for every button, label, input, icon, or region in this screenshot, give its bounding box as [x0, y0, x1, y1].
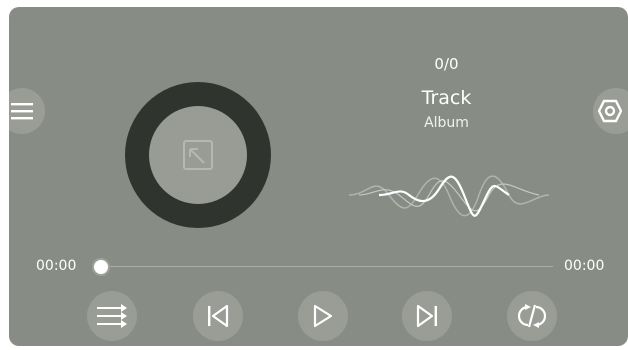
track-title: Track — [421, 87, 472, 109]
next-button[interactable] — [402, 291, 452, 341]
menu-icon — [11, 102, 33, 120]
settings-icon — [598, 99, 622, 123]
progress-bar[interactable] — [101, 266, 553, 267]
audio-waveform — [349, 165, 549, 235]
album-art — [149, 106, 247, 204]
current-time: 00:00 — [36, 258, 77, 274]
previous-button[interactable] — [193, 291, 243, 341]
track-counter: 0/0 — [434, 55, 459, 73]
player-screen: 0/0 Track Album 00:00 00:00 — [9, 7, 628, 346]
play-button[interactable] — [298, 291, 348, 341]
album-disc — [125, 82, 271, 228]
skip-next-icon — [415, 304, 439, 328]
playlist-icon — [97, 304, 127, 328]
menu-button[interactable] — [9, 88, 45, 134]
skip-previous-icon — [206, 304, 230, 328]
image-placeholder-icon — [180, 137, 216, 173]
progress-thumb[interactable] — [94, 260, 108, 274]
total-time: 00:00 — [564, 258, 605, 274]
album-title: Album — [424, 115, 469, 131]
settings-button[interactable] — [593, 88, 628, 134]
play-icon — [311, 304, 335, 328]
playlist-button[interactable] — [87, 291, 137, 341]
shuffle-button[interactable] — [507, 291, 557, 341]
shuffle-icon — [518, 302, 546, 330]
